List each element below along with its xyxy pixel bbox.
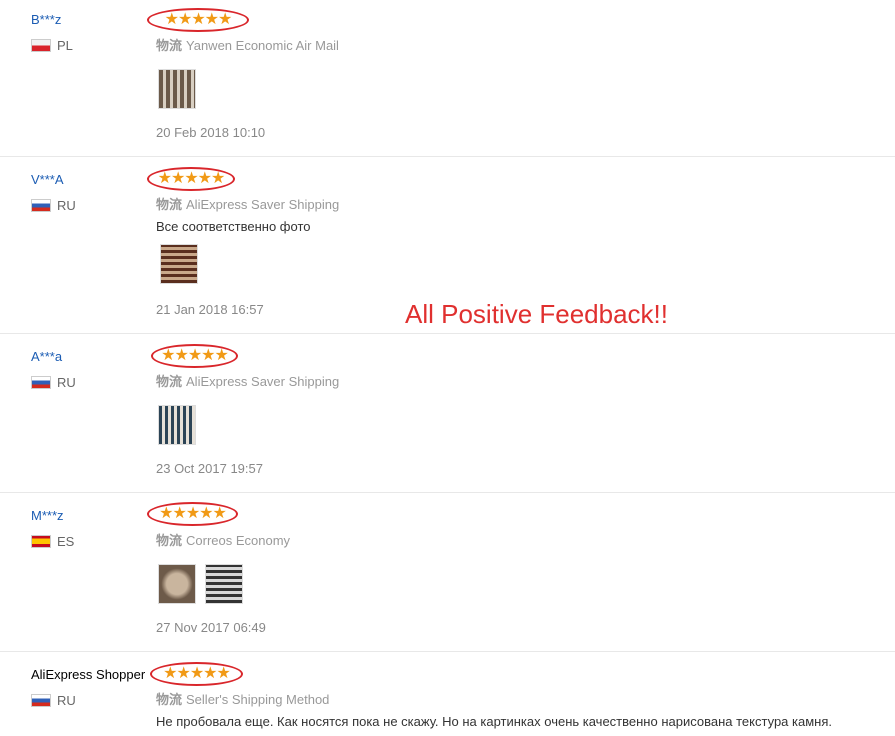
shipping-label: 物流 [156,692,183,707]
star-rating: ★★★★★ [147,502,238,526]
star-rating: ★★★★★ [147,8,249,32]
review-item: AliExpress Shopper RU ★★★★★ 物流 Seller's S… [0,652,895,736]
shipping-method: 物流 AliExpress Saver Shipping [156,194,339,213]
review-date: 21 Jan 2018 16:57 [156,302,264,317]
review-date: 20 Feb 2018 10:10 [156,125,266,140]
shipping-name: Yanwen Economic Air Mail [186,38,339,53]
reviewer-name: AliExpress Shopper [31,667,146,682]
country-code: RU [57,375,76,390]
review-photo-thumbnail[interactable] [160,244,198,284]
review-photo-thumbnail[interactable] [158,405,196,445]
review-item: M***z ES ★★★★★ 物流 Correos Economy 27 Nov … [0,493,895,652]
star-rating: ★★★★★ [147,167,235,191]
shipping-method: 物流 Correos Economy [156,530,290,549]
review-comment: Все соответственно фото [156,219,311,234]
shipping-label: 物流 [156,38,183,53]
reviewer-name[interactable]: A***a [31,349,62,364]
country-code: RU [57,693,76,708]
reviewer-name[interactable]: B***z [31,12,61,27]
reviewer-country: RU [31,375,76,390]
shipping-name: Seller's Shipping Method [186,692,330,707]
shipping-method: 物流 AliExpress Saver Shipping [156,371,339,390]
country-code: RU [57,198,76,213]
reviewer-name[interactable]: M***z [31,508,64,523]
review-date: 23 Oct 2017 19:57 [156,461,263,476]
shipping-method: 物流 Yanwen Economic Air Mail [156,35,339,54]
shipping-label: 物流 [156,374,183,389]
shipping-label: 物流 [156,533,183,548]
review-date: 27 Nov 2017 06:49 [156,620,266,635]
review-photo-thumbnail[interactable] [158,564,196,604]
spain-flag-icon [31,535,51,548]
shipping-label: 物流 [156,197,183,212]
five-stars-icon: ★★★★★ [163,665,231,682]
poland-flag-icon [31,39,51,52]
review-item: A***a RU ★★★★★ 物流 AliExpress Saver Shippi… [0,334,895,493]
five-stars-icon: ★★★★★ [159,505,227,522]
shipping-name: AliExpress Saver Shipping [186,197,340,212]
star-rating: ★★★★★ [151,344,238,368]
five-stars-icon: ★★★★★ [161,347,229,364]
reviewer-country: RU [31,198,76,213]
review-item: B***z PL ★★★★★ 物流 Yanwen Economic Air Mai… [0,0,895,157]
russia-flag-icon [31,199,51,212]
reviewer-country: RU [31,693,76,708]
russia-flag-icon [31,694,51,707]
shipping-method: 物流 Seller's Shipping Method [156,689,329,708]
reviewer-name[interactable]: V***A [31,172,64,187]
five-stars-icon: ★★★★★ [164,11,233,28]
review-photo-thumbnail[interactable] [205,564,243,604]
reviewer-country: PL [31,38,73,53]
country-code: PL [57,38,73,53]
five-stars-icon: ★★★★★ [157,170,226,187]
shipping-name: AliExpress Saver Shipping [186,374,340,389]
review-comment: Не пробовала еще. Как носятся пока не ск… [156,714,832,729]
review-photo-thumbnail[interactable] [158,69,196,109]
star-rating: ★★★★★ [150,662,243,686]
country-code: ES [57,534,75,549]
shipping-name: Correos Economy [186,533,291,548]
reviewer-country: ES [31,534,74,549]
all-positive-feedback-annotation: All Positive Feedback!! [405,299,669,329]
russia-flag-icon [31,376,51,389]
